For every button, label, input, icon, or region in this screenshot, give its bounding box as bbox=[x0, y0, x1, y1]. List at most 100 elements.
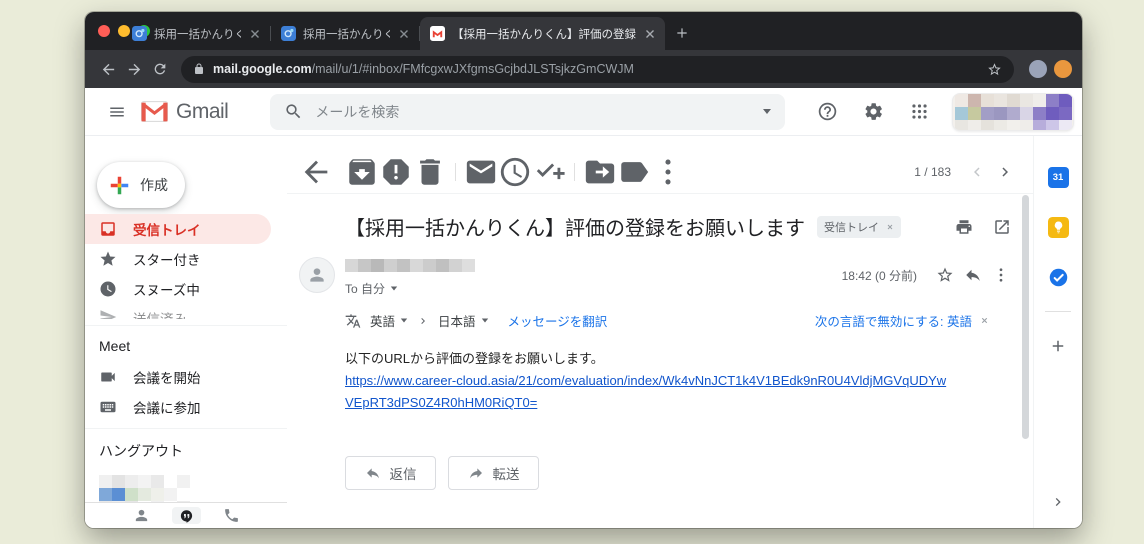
label-tag-icon[interactable] bbox=[617, 155, 651, 189]
hangouts-section-title: ハングアウト bbox=[99, 443, 183, 459]
search-icon[interactable] bbox=[284, 102, 303, 121]
sidebar-item-join-meeting[interactable]: 会議に参加 bbox=[85, 392, 271, 422]
reload-button[interactable] bbox=[147, 56, 173, 82]
main-menu-icon[interactable] bbox=[97, 92, 137, 132]
search-input[interactable] bbox=[315, 103, 752, 120]
gmail-app: Gmail メールを検索 作成 受信トレイ スター付き スヌーズ中 Meet 会… bbox=[85, 88, 1082, 528]
translate-settings: 次の言語で無効にする: 英語 bbox=[815, 311, 989, 330]
close-tab-icon[interactable] bbox=[643, 27, 657, 41]
browser-tab-1[interactable]: 採用一括かんりくん bbox=[122, 17, 270, 50]
forward-button[interactable] bbox=[121, 56, 147, 82]
phone-icon[interactable] bbox=[223, 507, 240, 524]
recipient-label: To 自分 bbox=[345, 282, 386, 296]
sidebar-item-inbox[interactable]: 受信トレイ bbox=[85, 214, 271, 244]
message-more-options-icon[interactable] bbox=[987, 261, 1015, 289]
star-message-icon[interactable] bbox=[931, 261, 959, 289]
vertical-scrollbar[interactable] bbox=[1022, 195, 1029, 439]
print-icon[interactable] bbox=[955, 218, 973, 236]
google-apps-grid-icon[interactable] bbox=[900, 93, 938, 131]
email-subject: 【採用一括かんりくん】評価の登録をお願いします bbox=[345, 218, 805, 240]
forward-button[interactable]: 転送 bbox=[448, 456, 539, 491]
inbox-label-badge[interactable]: 受信トレイ bbox=[817, 215, 901, 238]
snooze-clock-icon[interactable] bbox=[498, 155, 532, 189]
hangouts-icon[interactable] bbox=[171, 507, 201, 524]
settings-gear-icon[interactable] bbox=[854, 93, 892, 131]
keep-icon[interactable] bbox=[1047, 217, 1069, 238]
older-email-chevron-icon[interactable] bbox=[991, 158, 1019, 186]
browser-tab-2[interactable]: 採用一括かんりくん bbox=[271, 17, 419, 50]
site-favicon bbox=[132, 26, 147, 41]
sidebar-item-label: 会議を開始 bbox=[133, 371, 201, 386]
search-bar[interactable] bbox=[270, 93, 786, 130]
bookmark-star-icon[interactable] bbox=[987, 62, 1002, 77]
sender-avatar[interactable] bbox=[299, 257, 335, 293]
sidebar-item-start-meeting[interactable]: 会議を開始 bbox=[85, 362, 271, 392]
clock-icon bbox=[99, 280, 117, 298]
back-button[interactable] bbox=[95, 56, 121, 82]
compose-button[interactable]: 作成 bbox=[97, 162, 185, 208]
url-path: /mail/u/1/#inbox/FMfcgxwJXfgmsGcjbdJLSTs… bbox=[311, 62, 634, 76]
star-icon bbox=[99, 250, 117, 268]
disable-translate-link[interactable]: 次の言語で無効にする: 英語 bbox=[815, 311, 972, 330]
translate-message-link[interactable]: メッセージを翻訳 bbox=[508, 311, 608, 330]
close-tab-icon[interactable] bbox=[248, 27, 262, 41]
compose-plus-icon bbox=[109, 175, 130, 196]
target-language-caret-icon bbox=[481, 318, 488, 323]
close-window-button[interactable] bbox=[98, 25, 110, 37]
recipient-line[interactable]: To 自分 bbox=[345, 280, 398, 297]
redacted-sender-name bbox=[345, 259, 358, 272]
link-line-1: https://www.career-cloud.asia/21/com/eva… bbox=[345, 373, 947, 389]
email-view: 1 / 183 【採用一括かんりくん】評価の登録をお願いします 受信トレイ To… bbox=[287, 136, 1033, 528]
target-language-dropdown[interactable]: 日本語 bbox=[438, 311, 489, 330]
recipient-details-caret-icon[interactable] bbox=[390, 286, 398, 291]
add-to-tasks-icon[interactable] bbox=[532, 155, 566, 189]
reply-icon[interactable] bbox=[959, 261, 987, 289]
more-options-icon[interactable] bbox=[651, 155, 685, 189]
archive-icon[interactable] bbox=[345, 155, 379, 189]
delete-icon[interactable] bbox=[413, 155, 447, 189]
sidebar-item-starred[interactable]: スター付き bbox=[85, 244, 271, 274]
redacted-account-info bbox=[955, 93, 968, 107]
move-to-folder-icon[interactable] bbox=[583, 155, 617, 189]
evaluation-link[interactable]: https://www.career-cloud.asia/21/com/eva… bbox=[345, 370, 993, 414]
open-in-new-window-icon[interactable] bbox=[993, 218, 1011, 236]
video-camera-icon bbox=[99, 368, 117, 386]
translate-arrow-icon bbox=[421, 317, 426, 324]
gmail-header: Gmail bbox=[85, 88, 1082, 136]
get-addons-plus-icon[interactable] bbox=[1048, 335, 1069, 356]
remove-label-icon[interactable] bbox=[886, 223, 894, 231]
badge-label: 受信トレイ bbox=[824, 221, 879, 234]
sidebar-item-sent[interactable]: 送信済み bbox=[85, 304, 271, 319]
report-spam-icon[interactable] bbox=[379, 155, 413, 189]
account-profile-chip[interactable] bbox=[952, 92, 1074, 131]
message-actions: 18:42 (0 分前) bbox=[842, 261, 1015, 289]
contacts-person-icon[interactable] bbox=[133, 507, 150, 524]
gmail-logo[interactable]: Gmail bbox=[141, 100, 229, 124]
reply-button[interactable]: 返信 bbox=[345, 456, 436, 491]
keyboard-icon bbox=[99, 398, 117, 416]
source-language-dropdown[interactable]: 英語 bbox=[370, 311, 408, 330]
newer-email-chevron-icon[interactable] bbox=[963, 158, 991, 186]
toolbar-separator bbox=[574, 162, 575, 181]
email-body: 以下のURLから評価の登録をお願いします。 https://www.career… bbox=[287, 336, 1033, 414]
new-tab-button[interactable] bbox=[675, 26, 689, 40]
subject-row: 【採用一括かんりくん】評価の登録をお願いします 受信トレイ bbox=[287, 194, 1033, 249]
back-to-inbox-icon[interactable] bbox=[299, 155, 333, 189]
browser-profile-icon[interactable] bbox=[1054, 60, 1072, 78]
tasks-icon[interactable] bbox=[1048, 267, 1069, 288]
mark-unread-icon[interactable] bbox=[464, 155, 498, 189]
dismiss-translate-icon[interactable] bbox=[980, 316, 989, 325]
close-tab-icon[interactable] bbox=[397, 27, 411, 41]
search-options-caret-icon[interactable] bbox=[763, 109, 772, 114]
sidebar-item-snoozed[interactable]: スヌーズ中 bbox=[85, 274, 271, 304]
calendar-icon[interactable]: 31 bbox=[1047, 167, 1069, 188]
browser-avatar[interactable] bbox=[1029, 60, 1047, 78]
tabs: 採用一括かんりくん 採用一括かんりくん 【採用一括か bbox=[122, 12, 689, 50]
hide-side-panel-chevron-icon[interactable] bbox=[1048, 492, 1068, 512]
source-language-caret-icon bbox=[400, 318, 408, 323]
url-bar[interactable]: mail.google.com /mail/u/1/#inbox/FMfcgxw… bbox=[181, 55, 1014, 83]
subject-actions bbox=[955, 218, 1011, 236]
sidebar-item-label: スヌーズ中 bbox=[133, 283, 200, 298]
browser-tab-3-active[interactable]: 【採用一括かんりくん】評価の登録 bbox=[420, 17, 665, 50]
help-icon[interactable] bbox=[808, 93, 846, 131]
